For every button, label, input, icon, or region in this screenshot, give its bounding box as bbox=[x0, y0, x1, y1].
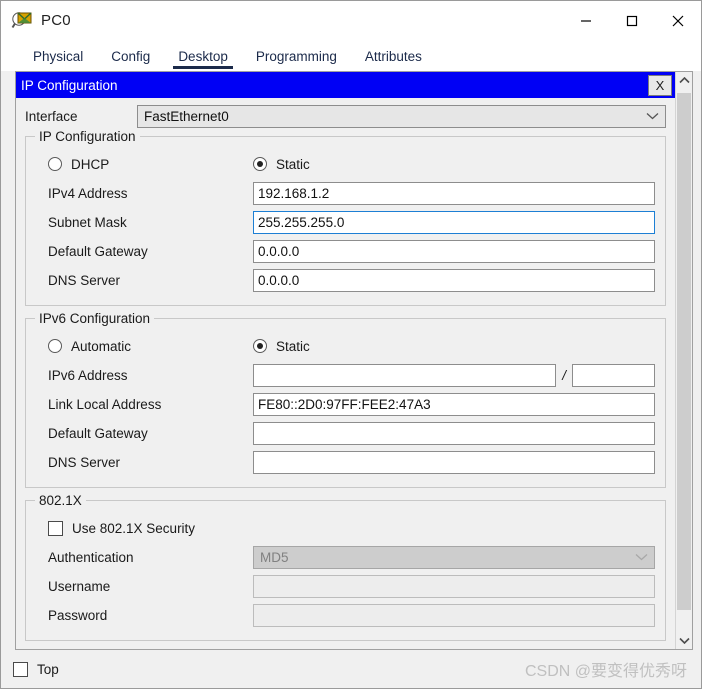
vertical-scrollbar[interactable] bbox=[675, 72, 692, 649]
top-checkbox-label: Top bbox=[37, 661, 59, 677]
scrollbar-track[interactable] bbox=[676, 89, 692, 632]
ipv4-mode-row: DHCP Static bbox=[36, 149, 655, 179]
dot1x-password-input[interactable] bbox=[253, 604, 655, 627]
window-footer: Top CSDN @要变得优秀呀 bbox=[1, 650, 701, 688]
packet-tracer-device-icon bbox=[11, 10, 33, 32]
ipv6-configuration-group: IPv6 Configuration Automatic Static IPv6… bbox=[25, 311, 666, 488]
ipv4-address-label: IPv4 Address bbox=[48, 186, 128, 201]
tab-desktop[interactable]: Desktop bbox=[164, 46, 242, 71]
ipv6-prefix-length-input[interactable] bbox=[572, 364, 655, 387]
ipv4-dhcp-radio-option[interactable]: DHCP bbox=[48, 157, 253, 172]
ipv4-dns-server-row: DNS Server 0.0.0.0 bbox=[36, 266, 655, 295]
ipv4-address-input[interactable]: 192.168.1.2 bbox=[253, 182, 655, 205]
ipv4-group-label: IP Configuration bbox=[35, 129, 140, 144]
tab-bar: Physical Config Desktop Programming Attr… bbox=[1, 41, 701, 71]
dot1x-username-row: Username bbox=[36, 572, 655, 601]
interface-value: FastEthernet0 bbox=[144, 109, 229, 124]
ipv4-dhcp-label: DHCP bbox=[71, 156, 110, 172]
tab-programming[interactable]: Programming bbox=[242, 46, 351, 71]
window-title: PC0 bbox=[41, 12, 71, 29]
chevron-down-icon bbox=[635, 552, 648, 564]
scroll-up-arrow-icon[interactable] bbox=[676, 72, 692, 89]
dot1x-group: 802.1X Use 802.1X Security Authenticatio… bbox=[25, 493, 666, 641]
tab-physical[interactable]: Physical bbox=[19, 46, 97, 71]
tab-physical-label: Physical bbox=[33, 49, 84, 64]
ip-configuration-panel: IP Configuration X Interface FastEtherne… bbox=[16, 72, 675, 649]
radio-selected-icon bbox=[253, 157, 267, 171]
title-bar: PC0 bbox=[1, 1, 701, 41]
ipv4-address-row: IPv4 Address 192.168.1.2 bbox=[36, 179, 655, 208]
maximize-button[interactable] bbox=[609, 1, 655, 41]
ipv6-default-gateway-input[interactable] bbox=[253, 422, 655, 445]
ipv6-prefix-separator: / bbox=[562, 368, 566, 383]
dot1x-password-label: Password bbox=[48, 608, 108, 623]
dot1x-authentication-row: Authentication MD5 bbox=[36, 543, 655, 572]
tab-attributes-label: Attributes bbox=[364, 49, 422, 64]
ipv6-group-label: IPv6 Configuration bbox=[35, 311, 155, 326]
ipv6-mode-row: Automatic Static bbox=[36, 331, 655, 361]
dot1x-authentication-label: Authentication bbox=[48, 550, 134, 565]
ipv4-default-gateway-label: Default Gateway bbox=[48, 244, 148, 259]
top-checkbox[interactable] bbox=[13, 661, 28, 677]
ipv6-dns-server-input[interactable] bbox=[253, 451, 655, 474]
ipv6-static-radio-option[interactable]: Static bbox=[253, 339, 310, 354]
ipv6-address-input[interactable] bbox=[253, 364, 557, 387]
ipv4-static-label: Static bbox=[276, 156, 310, 172]
subnet-mask-row: Subnet Mask 255.255.255.0 bbox=[36, 208, 655, 237]
checkbox-unchecked-icon bbox=[48, 520, 63, 536]
ipv6-default-gateway-label: Default Gateway bbox=[48, 426, 148, 441]
tab-config-label: Config bbox=[111, 49, 151, 64]
dot1x-security-label: Use 802.1X Security bbox=[72, 520, 196, 536]
ipv6-dns-server-label: DNS Server bbox=[48, 455, 121, 470]
tab-programming-label: Programming bbox=[255, 49, 337, 64]
tab-config[interactable]: Config bbox=[97, 46, 164, 71]
ipv6-address-row: IPv6 Address / bbox=[36, 361, 655, 390]
scrollbar-thumb[interactable] bbox=[677, 93, 691, 610]
link-local-address-input[interactable]: FE80::2D0:97FF:FEE2:47A3 bbox=[253, 393, 655, 416]
dot1x-security-checkbox-row[interactable]: Use 802.1X Security bbox=[36, 513, 655, 543]
ipv6-static-label: Static bbox=[276, 338, 310, 354]
radio-unselected-icon bbox=[48, 157, 62, 171]
window-controls bbox=[563, 1, 701, 41]
minimize-button[interactable] bbox=[563, 1, 609, 41]
close-button[interactable] bbox=[655, 1, 701, 41]
link-local-address-row: Link Local Address FE80::2D0:97FF:FEE2:4… bbox=[36, 390, 655, 419]
link-local-address-label: Link Local Address bbox=[48, 397, 162, 412]
dot1x-username-input[interactable] bbox=[253, 575, 655, 598]
ipv4-static-radio-option[interactable]: Static bbox=[253, 157, 310, 172]
dot1x-authentication-value: MD5 bbox=[260, 550, 289, 565]
ip-configuration-titlebar: IP Configuration X bbox=[16, 72, 675, 98]
ip-configuration-close-button[interactable]: X bbox=[648, 75, 672, 96]
subnet-mask-input[interactable]: 255.255.255.0 bbox=[253, 211, 655, 234]
ipv6-automatic-label: Automatic bbox=[71, 338, 132, 354]
dot1x-authentication-dropdown[interactable]: MD5 bbox=[253, 546, 655, 569]
chevron-down-icon bbox=[646, 111, 659, 123]
radio-selected-icon bbox=[253, 339, 267, 353]
subnet-mask-label: Subnet Mask bbox=[48, 215, 127, 230]
scroll-down-arrow-icon[interactable] bbox=[676, 632, 692, 649]
dot1x-group-label: 802.1X bbox=[35, 493, 86, 508]
ipv4-default-gateway-row: Default Gateway 0.0.0.0 bbox=[36, 237, 655, 266]
ipv6-address-label: IPv6 Address bbox=[48, 368, 128, 383]
ipv4-dns-server-label: DNS Server bbox=[48, 273, 121, 288]
dot1x-username-label: Username bbox=[48, 579, 111, 594]
ipv4-dns-server-input[interactable]: 0.0.0.0 bbox=[253, 269, 655, 292]
ipv6-default-gateway-row: Default Gateway bbox=[36, 419, 655, 448]
tab-attributes[interactable]: Attributes bbox=[351, 46, 436, 71]
dot1x-password-row: Password bbox=[36, 601, 655, 630]
ipv6-address-group: / bbox=[253, 364, 655, 387]
watermark-text: CSDN @要变得优秀呀 bbox=[524, 663, 687, 680]
interface-label: Interface bbox=[25, 109, 78, 124]
ipv6-automatic-radio-option[interactable]: Automatic bbox=[48, 339, 253, 354]
ipv6-dns-server-row: DNS Server bbox=[36, 448, 655, 477]
ip-configuration-title: IP Configuration bbox=[21, 77, 118, 93]
tab-desktop-label: Desktop bbox=[178, 49, 228, 64]
pc-device-window: PC0 Physical Config Desktop Programming … bbox=[0, 0, 702, 689]
radio-unselected-icon bbox=[48, 339, 62, 353]
desktop-content-area: IP Configuration X Interface FastEtherne… bbox=[15, 71, 693, 650]
interface-dropdown[interactable]: FastEthernet0 bbox=[137, 105, 666, 128]
ipv4-configuration-group: IP Configuration DHCP Static IPv4 Addres… bbox=[25, 129, 666, 306]
ipv4-default-gateway-input[interactable]: 0.0.0.0 bbox=[253, 240, 655, 263]
